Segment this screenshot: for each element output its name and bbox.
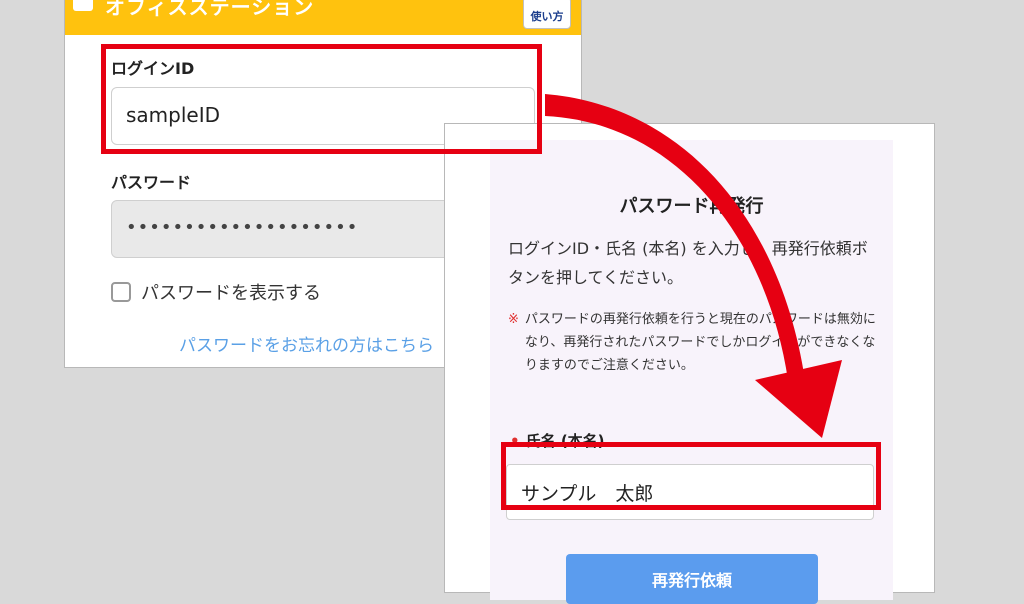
curved-arrow-icon: [545, 94, 805, 380]
arrow-head-icon: [755, 360, 842, 438]
arrow-overlay: [545, 94, 842, 438]
